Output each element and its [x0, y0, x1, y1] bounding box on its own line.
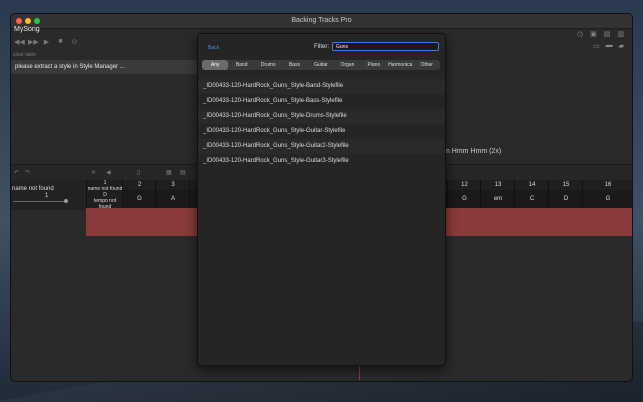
stylefile-list: _ID00433-120-HardRock_Guns_Style-Band-St…	[198, 79, 445, 169]
bar-16-number: 16	[582, 180, 632, 190]
transport-controls: ◀◀ ▶▶ ▶ ■ ⊙	[14, 38, 79, 46]
bar-15-chord[interactable]: D	[548, 190, 583, 208]
message-bar: please extract a style in Style Manager …	[11, 60, 199, 74]
stop-icon[interactable]: ■	[56, 38, 65, 46]
filter-label: Filter:	[314, 44, 329, 50]
lyric-text: m Hmm Hmm (2x)	[444, 148, 502, 155]
bar-3-chord[interactable]: A	[155, 190, 190, 208]
bar-14-chord[interactable]: C	[514, 190, 549, 208]
list-item[interactable]: _ID00433-120-HardRock_Guns_Style-Guitar3…	[198, 154, 445, 169]
category-drums[interactable]: Drums	[255, 60, 281, 70]
clear-table-button[interactable]: clear table	[13, 52, 36, 58]
bar-12-chord[interactable]: G	[447, 190, 481, 208]
bar-12-number: 12	[447, 180, 481, 190]
track-panel: name not found 1	[11, 180, 86, 210]
category-segmented-control: Any Band Drums Bass Guitar Organ Piano H…	[202, 60, 440, 70]
category-bass[interactable]: Bass	[281, 60, 307, 70]
category-harmonica[interactable]: Harmonica	[387, 60, 413, 70]
bar-15-number: 15	[548, 180, 583, 190]
style-picker-dialog: Back Filter: Any Band Drums Bass Guitar …	[197, 33, 446, 366]
bar-13-chord[interactable]: em	[480, 190, 515, 208]
export-icon[interactable]: ▣	[590, 30, 597, 38]
track-volume-value: 1	[45, 193, 49, 199]
category-other[interactable]: Other	[414, 60, 440, 70]
speaker-icon[interactable]: ◀	[106, 169, 111, 176]
message-text: please extract a style in Style Manager …	[15, 64, 125, 70]
back-button[interactable]: Back	[208, 45, 219, 51]
title-bar: Backing Tracks Pro	[11, 14, 632, 29]
track-name: name not found	[12, 186, 54, 192]
bar-2-chord[interactable]: G	[122, 190, 156, 208]
play-icon[interactable]: ▶	[42, 38, 51, 46]
loop-icon[interactable]: ⊙	[70, 38, 79, 46]
list-item[interactable]: _ID00433-120-HardRock_Guns_Style-Drums-S…	[198, 109, 445, 124]
bar-1-cell[interactable]: 1 name not found D tempo not found	[86, 180, 123, 210]
category-organ[interactable]: Organ	[334, 60, 360, 70]
bar-3-number: 3	[155, 180, 190, 190]
fast-forward-icon[interactable]: ▶▶	[28, 38, 39, 46]
category-band[interactable]: Band	[228, 60, 254, 70]
mixer-icon[interactable]: ▥	[617, 30, 624, 38]
list-item[interactable]: _ID00433-120-HardRock_Guns_Style-Band-St…	[198, 79, 445, 94]
track-volume-knob[interactable]	[64, 199, 68, 203]
print-icon[interactable]: ▬	[606, 42, 613, 50]
redo-icon[interactable]: ↷	[25, 169, 30, 176]
top-right-icons-row2: ▭ ▬ ▰	[593, 42, 624, 50]
clock-icon[interactable]: ◷	[577, 30, 583, 38]
song-name[interactable]: MySong	[14, 26, 40, 33]
bar-14-number: 14	[514, 180, 549, 190]
undo-icon[interactable]: ↶	[14, 169, 19, 176]
page-icon[interactable]: ▯	[137, 169, 140, 176]
mute-icon[interactable]: ✕	[91, 169, 96, 176]
bar-16-chord[interactable]: G	[582, 190, 632, 208]
grid-icon[interactable]: ▦	[166, 169, 172, 176]
list-item[interactable]: _ID00433-120-HardRock_Guns_Style-Guitar2…	[198, 139, 445, 154]
folder-icon[interactable]: ▰	[619, 42, 624, 50]
bar-2-number: 2	[122, 180, 156, 190]
top-right-icons: ◷ ▣ ▤ ▥	[577, 30, 624, 38]
bar-13-number: 13	[480, 180, 515, 190]
category-guitar[interactable]: Guitar	[308, 60, 334, 70]
keyboard-icon[interactable]: ▭	[593, 42, 600, 50]
track-volume-slider[interactable]	[13, 201, 68, 202]
window-title: Backing Tracks Pro	[291, 17, 352, 24]
category-any[interactable]: Any	[202, 60, 229, 70]
list-icon[interactable]: ▤	[180, 169, 186, 176]
list-item[interactable]: _ID00433-120-HardRock_Guns_Style-Bass-St…	[198, 94, 445, 109]
category-piano[interactable]: Piano	[361, 60, 387, 70]
style-icon[interactable]: ▤	[604, 30, 611, 38]
filter-input[interactable]	[332, 42, 439, 51]
list-item[interactable]: _ID00433-120-HardRock_Guns_Style-Guitar-…	[198, 124, 445, 139]
rewind-icon[interactable]: ◀◀	[14, 38, 25, 46]
